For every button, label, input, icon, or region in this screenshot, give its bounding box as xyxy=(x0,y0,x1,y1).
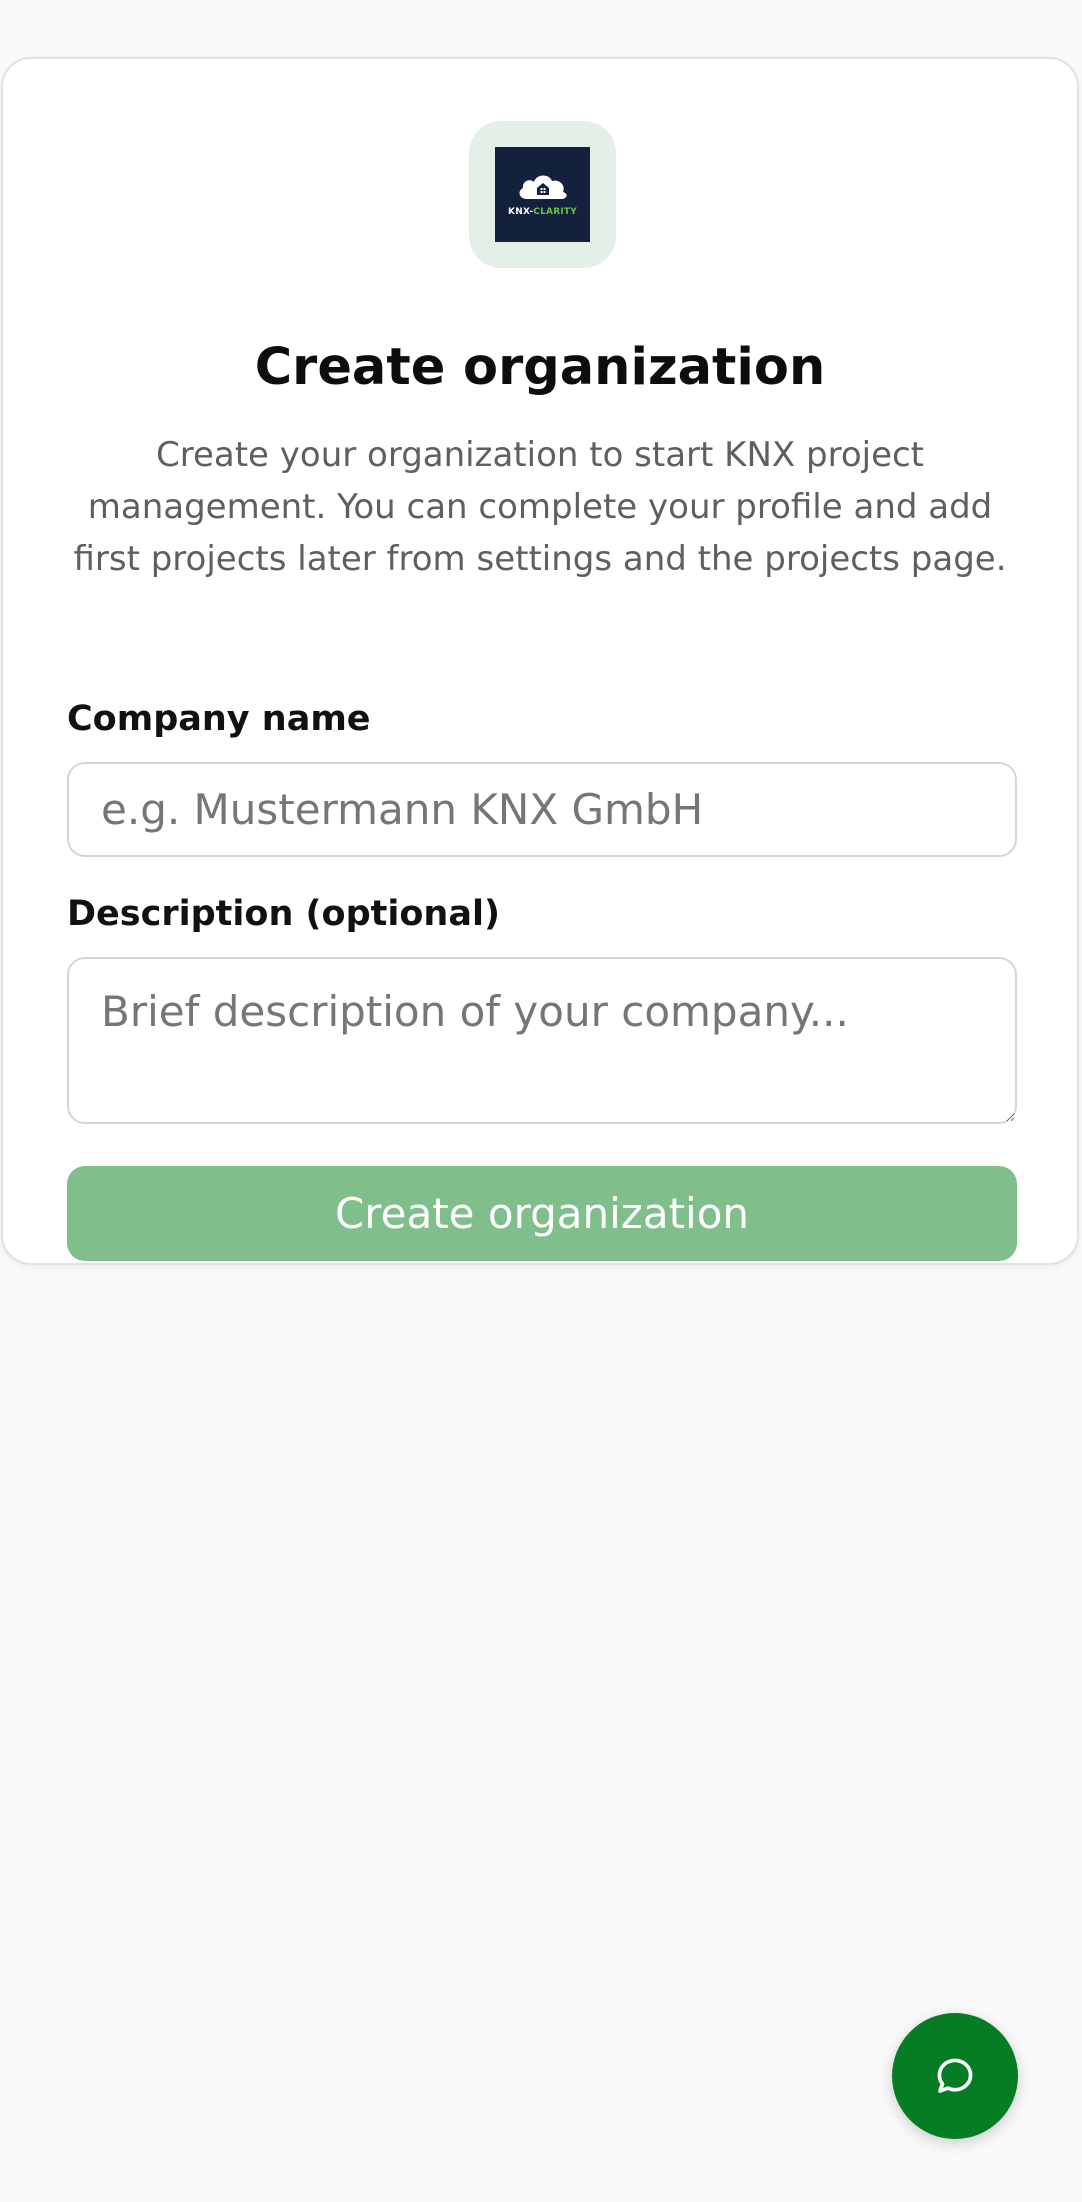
page-title: Create organization xyxy=(254,338,826,397)
logo-badge: KNX-CLARITY xyxy=(469,121,616,268)
page-subtitle: Create your organization to start KNX pr… xyxy=(73,435,1007,579)
chat-button[interactable] xyxy=(892,2013,1018,2139)
description-label: Description (optional) xyxy=(67,894,500,934)
create-organization-card: KNX-CLARITY Create organization Create y… xyxy=(1,57,1079,1265)
company-name-label: Company name xyxy=(67,699,371,739)
cloud-house-icon xyxy=(519,174,567,199)
app-logo: KNX-CLARITY xyxy=(495,147,590,242)
create-organization-button[interactable]: Create organization xyxy=(67,1166,1017,1261)
description-textarea[interactable] xyxy=(67,957,1017,1124)
logo-wordmark: KNX-CLARITY xyxy=(508,206,577,217)
chat-bubble-icon xyxy=(937,2058,973,2093)
company-name-input[interactable] xyxy=(67,762,1017,857)
